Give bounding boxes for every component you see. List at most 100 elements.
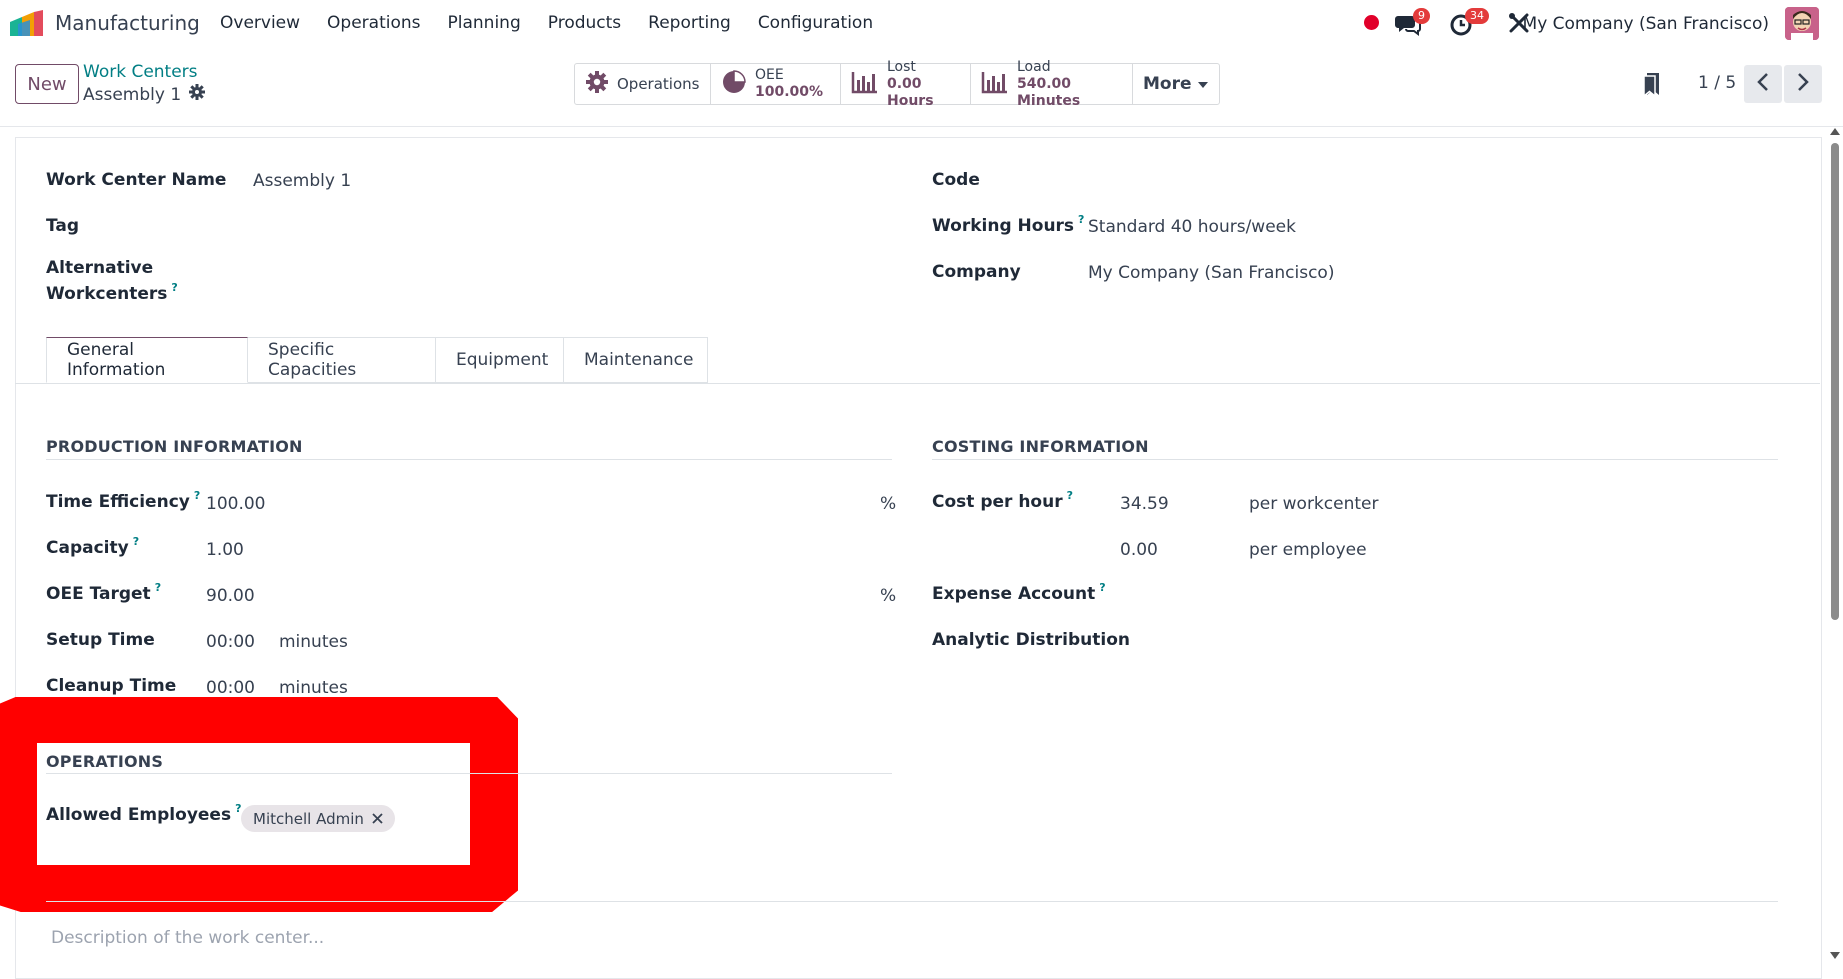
expense-account-label: Expense Account? (932, 581, 1106, 604)
analytic-distribution-field[interactable] (1120, 626, 1770, 654)
company-label: Company (932, 262, 1021, 282)
pager-next-button[interactable] (1784, 65, 1822, 103)
alternative-workcenters-field[interactable] (253, 260, 853, 288)
work-center-name-field[interactable]: Assembly 1 (253, 171, 351, 191)
lost-label: Lost (887, 58, 916, 75)
workcenters-label: Workcenters? (46, 281, 178, 304)
menu-overview[interactable]: Overview (220, 13, 300, 33)
per-employee-unit: per employee (1249, 540, 1367, 560)
production-divider (46, 459, 892, 460)
tab-equipment[interactable]: Equipment (436, 337, 564, 383)
setup-time-label: Setup Time (46, 630, 155, 650)
operations-divider-tail (470, 773, 892, 774)
employee-tag: Mitchell Admin (241, 805, 395, 832)
top-navbar: Manufacturing Overview Operations Planni… (0, 0, 1843, 47)
gear-icon[interactable] (189, 84, 206, 105)
cleanup-time-unit: minutes (279, 678, 348, 698)
activity-badge: 34 (1465, 8, 1489, 24)
new-button[interactable]: New (15, 64, 79, 104)
cost-per-hour-label: Cost per hour? (932, 489, 1073, 512)
oee-target-label: OEE Target? (46, 581, 162, 604)
code-field[interactable] (1088, 165, 1788, 193)
chevron-right-icon (1797, 72, 1809, 96)
employee-tag-label: Mitchell Admin (253, 809, 364, 828)
employee-cost-field[interactable]: 0.00 (1120, 540, 1158, 560)
cog-icon (585, 70, 609, 99)
remove-tag-icon[interactable] (372, 810, 383, 828)
expense-account-field[interactable] (1120, 580, 1770, 608)
lost-smart-button[interactable]: Lost 0.00 Hours (841, 59, 971, 109)
capacity-label: Capacity? (46, 535, 140, 558)
user-avatar[interactable] (1785, 7, 1819, 40)
operations-smart-button[interactable]: Operations (575, 64, 711, 104)
oee-smart-button[interactable]: OEE 100.00% (711, 64, 841, 104)
breadcrumb-current-label: Assembly 1 (83, 84, 182, 105)
menu-products[interactable]: Products (548, 13, 621, 33)
company-switcher[interactable]: My Company (San Francisco) (1523, 14, 1769, 34)
alternative-label: Alternative (46, 258, 154, 278)
caret-down-icon (1197, 74, 1208, 94)
company-field[interactable]: My Company (San Francisco) (1088, 263, 1334, 283)
chat-badge: 9 (1413, 8, 1430, 24)
capacity-field[interactable]: 1.00 (206, 540, 244, 560)
code-label: Code (932, 170, 980, 190)
pager-value[interactable]: 1 / 5 (1698, 73, 1736, 93)
time-efficiency-unit: % (880, 494, 897, 514)
scroll-down-arrow[interactable] (1830, 952, 1840, 959)
more-label: More (1143, 74, 1192, 94)
app-brand[interactable]: Manufacturing (10, 10, 200, 36)
notebook-tabs: General Information Specific Capacities … (46, 337, 708, 384)
setup-time-field[interactable]: 00:00 (206, 632, 255, 652)
time-efficiency-label: Time Efficiency? (46, 489, 201, 512)
cleanup-time-field[interactable]: 00:00 (206, 678, 255, 698)
lost-value: 0.00 Hours (887, 75, 934, 109)
operations-section-title: OPERATIONS (46, 752, 164, 771)
vertical-scrollbar[interactable] (1831, 143, 1839, 620)
tab-maintenance[interactable]: Maintenance (564, 337, 708, 383)
oee-target-unit: % (880, 586, 897, 606)
per-workcenter-unit: per workcenter (1249, 494, 1379, 514)
menu-configuration[interactable]: Configuration (758, 13, 873, 33)
breadcrumb-work-centers[interactable]: Work Centers (83, 62, 198, 82)
manufacturing-app-icon (10, 10, 45, 36)
app-name: Manufacturing (55, 11, 200, 35)
main-menu: Overview Operations Planning Products Re… (220, 13, 900, 33)
more-dropdown[interactable]: More (1133, 64, 1219, 104)
menu-planning[interactable]: Planning (448, 13, 521, 33)
chevron-left-icon (1757, 72, 1769, 96)
time-efficiency-field[interactable]: 100.00 (206, 494, 265, 514)
description-divider (46, 901, 1778, 902)
oee-label: OEE (755, 67, 784, 83)
pie-chart-icon (721, 69, 747, 100)
scroll-up-arrow[interactable] (1830, 128, 1840, 135)
bar-chart-icon (851, 70, 879, 99)
work-center-name-label: Work Center Name (46, 170, 227, 190)
record-indicator-icon[interactable] (1364, 15, 1379, 30)
smart-buttons: Operations OEE 100.00% Lost 0.00 Hours L… (574, 59, 1220, 109)
costing-divider (932, 459, 1778, 460)
tag-field[interactable] (253, 210, 853, 238)
tag-label: Tag (46, 216, 80, 236)
tab-specific-capacities[interactable]: Specific Capacities (248, 337, 436, 383)
costing-information-title: COSTING INFORMATION (932, 437, 1149, 456)
oee-value: 100.00% (755, 84, 824, 100)
breadcrumb-current: Assembly 1 (83, 84, 206, 105)
tab-general-information[interactable]: General Information (46, 337, 248, 383)
load-label: Load (1017, 58, 1051, 75)
oee-target-field[interactable]: 90.00 (206, 586, 255, 606)
load-smart-button[interactable]: Load 540.00 Minutes (971, 59, 1133, 109)
control-panel: New Work Centers Assembly 1 Operations O… (0, 47, 1843, 127)
allowed-employees-label: Allowed Employees? (46, 802, 242, 825)
menu-reporting[interactable]: Reporting (648, 13, 731, 33)
load-value: 540.00 Minutes (1017, 75, 1081, 109)
working-hours-field[interactable]: Standard 40 hours/week (1088, 217, 1296, 237)
description-field[interactable]: Description of the work center... (51, 928, 324, 948)
setup-time-unit: minutes (279, 632, 348, 652)
pager-previous-button[interactable] (1744, 65, 1782, 103)
cost-per-hour-field[interactable]: 34.59 (1120, 494, 1169, 514)
bar-chart-icon (981, 70, 1009, 99)
cleanup-time-label: Cleanup Time (46, 676, 177, 696)
production-information-title: PRODUCTION INFORMATION (46, 437, 303, 456)
bookmark-icon[interactable] (1643, 71, 1661, 102)
menu-operations[interactable]: Operations (327, 13, 420, 33)
